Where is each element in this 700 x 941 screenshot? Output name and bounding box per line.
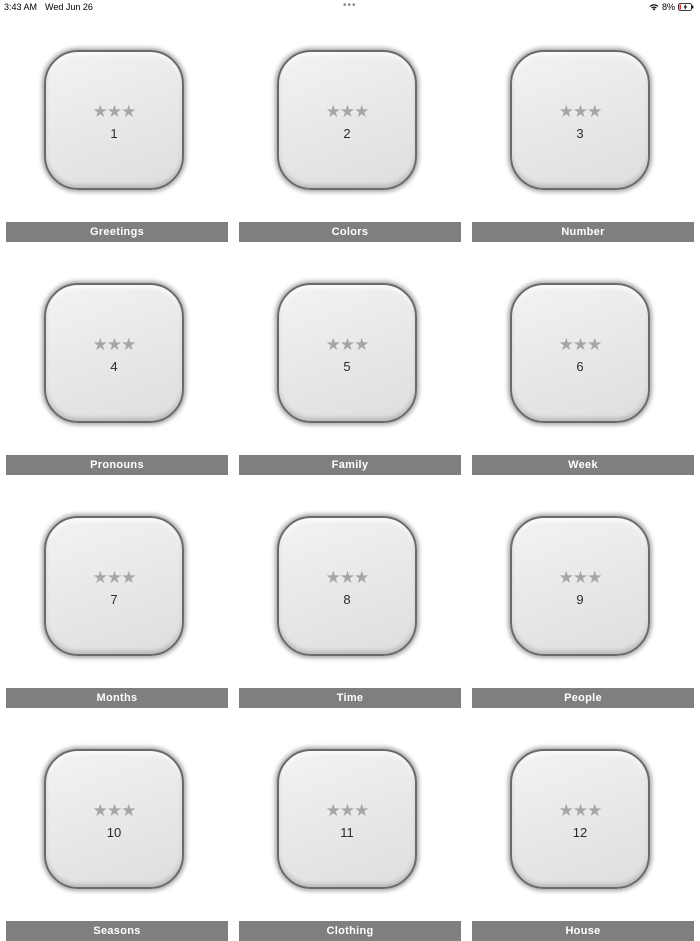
level-tile[interactable]: ★★★ 5: [277, 283, 417, 423]
level-tile[interactable]: ★★★ 3: [510, 50, 650, 190]
star-rating-icon: ★★★: [558, 801, 603, 821]
level-name-label[interactable]: Family: [239, 455, 461, 475]
level-grid: ★★★ 1 Greetings ★★★ 2 Colors ★★★ 3 Numbe…: [0, 0, 700, 941]
level-name-label[interactable]: People: [472, 688, 694, 708]
star-rating-icon: ★★★: [92, 102, 137, 122]
level-number: 7: [110, 592, 118, 607]
star-rating-icon: ★★★: [325, 801, 370, 821]
level-name-label[interactable]: Greetings: [6, 222, 228, 242]
level-number: 9: [576, 592, 584, 607]
level-number: 11: [340, 825, 354, 840]
star-rating-icon: ★★★: [325, 335, 370, 355]
level-number: 4: [110, 359, 118, 374]
level-number: 10: [106, 825, 122, 840]
level-name-label[interactable]: Time: [239, 688, 461, 708]
level-name-label[interactable]: Months: [6, 688, 228, 708]
level-tile[interactable]: ★★★ 4: [44, 283, 184, 423]
level-name-label[interactable]: Seasons: [6, 921, 228, 941]
level-tile[interactable]: ★★★ 1: [44, 50, 184, 190]
level-name-label[interactable]: Week: [472, 455, 694, 475]
star-rating-icon: ★★★: [92, 568, 137, 588]
level-tile[interactable]: ★★★ 6: [510, 283, 650, 423]
level-number: 3: [576, 126, 584, 141]
star-rating-icon: ★★★: [325, 568, 370, 588]
level-tile[interactable]: ★★★ 9: [510, 516, 650, 656]
level-tile[interactable]: ★★★ 10: [44, 749, 184, 889]
star-rating-icon: ★★★: [325, 102, 370, 122]
star-rating-icon: ★★★: [92, 335, 137, 355]
level-number: 8: [343, 592, 351, 607]
level-number: 5: [343, 359, 351, 374]
level-name-label[interactable]: Pronouns: [6, 455, 228, 475]
level-tile[interactable]: ★★★ 12: [510, 749, 650, 889]
level-number: 12: [572, 825, 588, 840]
level-tile[interactable]: ★★★ 11: [277, 749, 417, 889]
level-number: 1: [110, 126, 118, 141]
level-name-label[interactable]: Colors: [239, 222, 461, 242]
level-number: 2: [343, 126, 351, 141]
star-rating-icon: ★★★: [92, 801, 137, 821]
star-rating-icon: ★★★: [558, 102, 603, 122]
level-name-label[interactable]: Clothing: [239, 921, 461, 941]
level-tile[interactable]: ★★★ 2: [277, 50, 417, 190]
level-name-label[interactable]: Number: [472, 222, 694, 242]
level-tile[interactable]: ★★★ 8: [277, 516, 417, 656]
level-tile[interactable]: ★★★ 7: [44, 516, 184, 656]
star-rating-icon: ★★★: [558, 568, 603, 588]
level-name-label[interactable]: House: [472, 921, 694, 941]
level-number: 6: [576, 359, 584, 374]
star-rating-icon: ★★★: [558, 335, 603, 355]
